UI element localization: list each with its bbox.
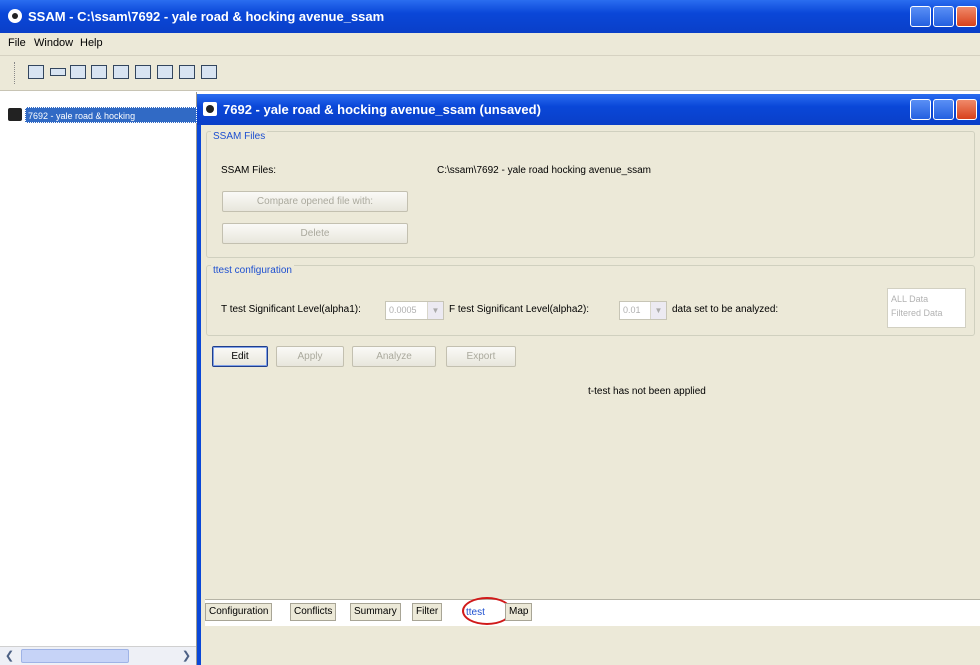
scroll-thumb[interactable]	[21, 649, 129, 663]
app-title-bar: SSAM - C:\ssam\7692 - yale road & hockin…	[0, 0, 980, 33]
ttest-group-title: ttest configuration	[211, 265, 294, 276]
tile-horizontal-icon[interactable]	[113, 65, 129, 79]
scroll-left-arrow-icon[interactable]: ❮	[1, 648, 18, 664]
horizontal-scrollbar[interactable]: ❮ ❯	[0, 646, 196, 665]
data-set-label: data set to be analyzed:	[672, 304, 779, 315]
project-tree-panel: 7692 - yale road & hocking ❮ ❯	[0, 92, 197, 665]
child-close-button[interactable]	[956, 99, 977, 120]
data-option-all[interactable]: ALL Data	[888, 289, 965, 306]
grid-icon[interactable]	[157, 65, 173, 79]
child-window-title-bar: 7692 - yale road & hocking avenue_ssam (…	[197, 94, 980, 125]
copy-icon[interactable]	[91, 65, 107, 79]
menu-bar: File Window Help	[0, 33, 980, 56]
close-button[interactable]	[956, 6, 977, 27]
maximize-button[interactable]	[933, 6, 954, 27]
ttest-status-message: t-test has not been applied	[588, 386, 706, 397]
ssam-files-label: SSAM Files:	[221, 165, 277, 176]
window-title: SSAM - C:\ssam\7692 - yale road & hockin…	[28, 9, 385, 24]
data-option-filtered[interactable]: Filtered Data	[888, 306, 965, 320]
analyze-button[interactable]: Analyze	[352, 346, 436, 367]
tab-summary[interactable]: Summary	[350, 603, 401, 621]
tree-item-project[interactable]: 7692 - yale road & hocking	[8, 107, 197, 123]
ssam-files-group-title: SSAM Files	[211, 131, 268, 142]
delete-button[interactable]: Delete	[222, 223, 408, 244]
save-icon[interactable]	[70, 65, 86, 79]
tab-map[interactable]: Map	[505, 603, 533, 621]
t-test-level-select[interactable]: 0.0005 ▼	[385, 301, 444, 320]
ssam-files-group: SSAM Files SSAM Files: C:\ssam\7692 - ya…	[206, 131, 975, 258]
ssam-files-path: C:\ssam\7692 - yale road hocking avenue_…	[437, 165, 652, 176]
compare-file-button[interactable]: Compare opened file with:	[222, 191, 408, 212]
project-icon	[8, 108, 22, 121]
tab-filter[interactable]: Filter	[412, 603, 443, 621]
child-window-body: SSAM Files SSAM Files: C:\ssam\7692 - ya…	[197, 125, 980, 665]
child-restore-button[interactable]	[933, 99, 954, 120]
menu-help[interactable]: Help	[80, 37, 103, 49]
ssam-app-icon[interactable]	[8, 9, 22, 23]
tree-item-label[interactable]: 7692 - yale road & hocking	[25, 107, 197, 123]
tab-bar: Configuration Conflicts Summary Filter t…	[205, 597, 980, 626]
tab-conflicts[interactable]: Conflicts	[290, 603, 337, 621]
toolbar	[0, 56, 980, 91]
chevron-down-icon[interactable]: ▼	[650, 302, 666, 319]
calculator-icon[interactable]	[201, 65, 217, 79]
f-test-level-select[interactable]: 0.01 ▼	[619, 301, 667, 320]
document-icon[interactable]	[203, 102, 217, 116]
child-minimize-button[interactable]	[910, 99, 931, 120]
edit-button[interactable]: Edit	[212, 346, 268, 367]
t-test-level-value: 0.0005	[389, 305, 417, 315]
new-file-icon[interactable]	[28, 65, 44, 79]
export-button[interactable]: Export	[446, 346, 516, 367]
minimize-button[interactable]	[910, 6, 931, 27]
data-set-listbox[interactable]: ALL Data Filtered Data	[887, 288, 966, 328]
f-test-level-value: 0.01	[623, 305, 641, 315]
tab-configuration[interactable]: Configuration	[205, 603, 273, 621]
scroll-right-arrow-icon[interactable]: ❯	[178, 648, 195, 664]
cascade-icon[interactable]	[179, 65, 195, 79]
menu-window[interactable]: Window	[34, 37, 73, 49]
t-test-level-label: T test Significant Level(alpha1):	[221, 304, 361, 315]
f-test-level-label: F test Significant Level(alpha2):	[449, 304, 590, 315]
open-icon[interactable]	[50, 68, 66, 76]
apply-button[interactable]: Apply	[276, 346, 344, 367]
chevron-down-icon[interactable]: ▼	[427, 302, 443, 319]
ttest-configuration-group: ttest configuration T test Significant L…	[206, 265, 975, 336]
menu-file[interactable]: File	[8, 37, 26, 49]
toolbar-grip[interactable]	[14, 62, 18, 84]
tile-vertical-icon[interactable]	[135, 65, 151, 79]
child-window-title: 7692 - yale road & hocking avenue_ssam (…	[223, 102, 541, 117]
